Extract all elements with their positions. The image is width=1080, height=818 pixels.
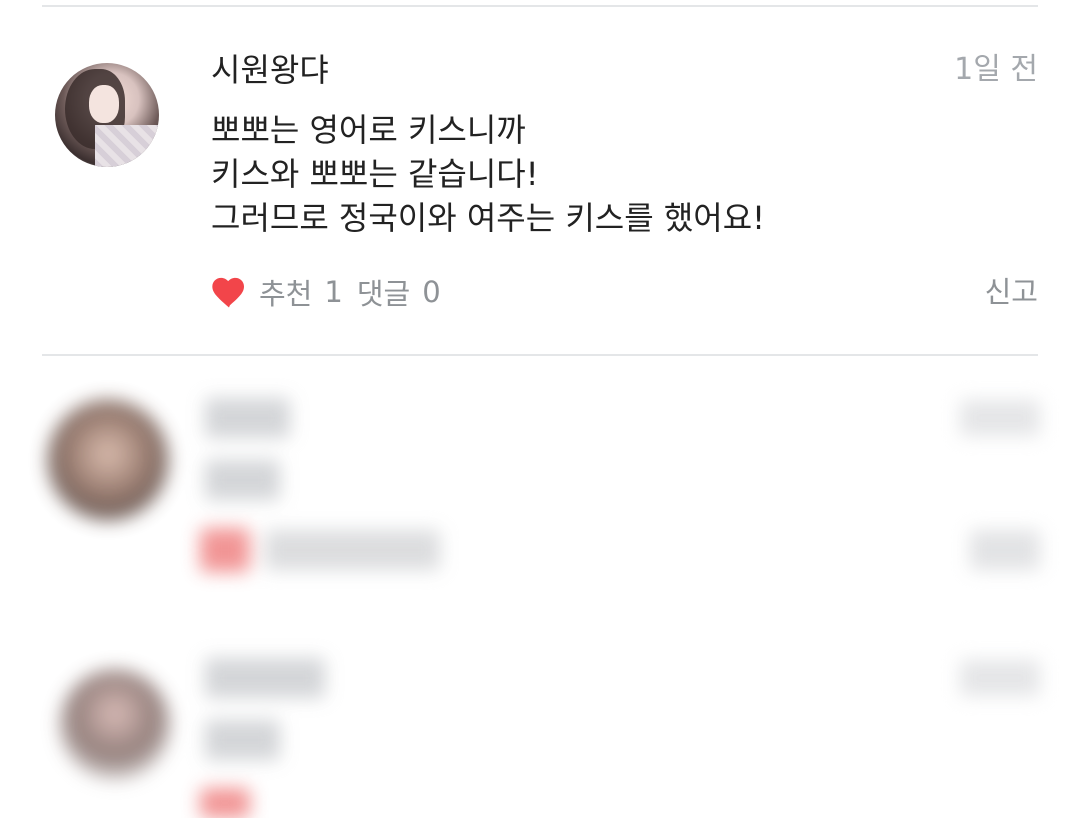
report-button[interactable]: 신고: [985, 270, 1038, 314]
blurred-text: [960, 400, 1040, 436]
blurred-text: [205, 460, 280, 500]
blurred-text: [205, 720, 280, 760]
blurred-heart: [200, 788, 250, 818]
comment-line: 키스와 뽀뽀는 같습니다!: [211, 155, 539, 193]
blurred-avatar: [60, 670, 170, 780]
blurred-text: [960, 660, 1040, 696]
blurred-text: [970, 530, 1040, 570]
blurred-text: [205, 398, 290, 438]
blurred-heart: [200, 528, 250, 572]
blurred-avatar: [48, 400, 168, 520]
reply-count: 0: [422, 275, 441, 309]
like-label[interactable]: 추천: [259, 271, 312, 313]
like-count: 1: [324, 275, 343, 309]
comment-body: 뽀뽀는 영어로 키스니까 키스와 뽀뽀는 같습니다! 그러므로 정국이와 여주는…: [211, 108, 765, 240]
avatar-coat: [95, 125, 159, 167]
blurred-text: [265, 530, 440, 570]
comment-actions: 추천 1 댓글 0: [209, 270, 453, 314]
blurred-text: [205, 658, 325, 698]
comment-timestamp: 1일 전: [954, 52, 1038, 87]
blurred-comments: [0, 360, 1080, 818]
avatar[interactable]: [55, 63, 159, 167]
heart-icon[interactable]: [209, 272, 249, 312]
comment-line: 뽀뽀는 영어로 키스니까: [211, 111, 526, 149]
comment-username[interactable]: 시원왕댜: [211, 50, 329, 90]
avatar-face: [89, 85, 119, 123]
reply-label[interactable]: 댓글: [357, 271, 410, 313]
comment-line: 그러므로 정국이와 여주는 키스를 했어요!: [211, 199, 765, 237]
comment-divider: [42, 354, 1038, 356]
comment-item: 시원왕댜 1일 전 뽀뽀는 영어로 키스니까 키스와 뽀뽀는 같습니다! 그러므…: [0, 0, 1080, 356]
